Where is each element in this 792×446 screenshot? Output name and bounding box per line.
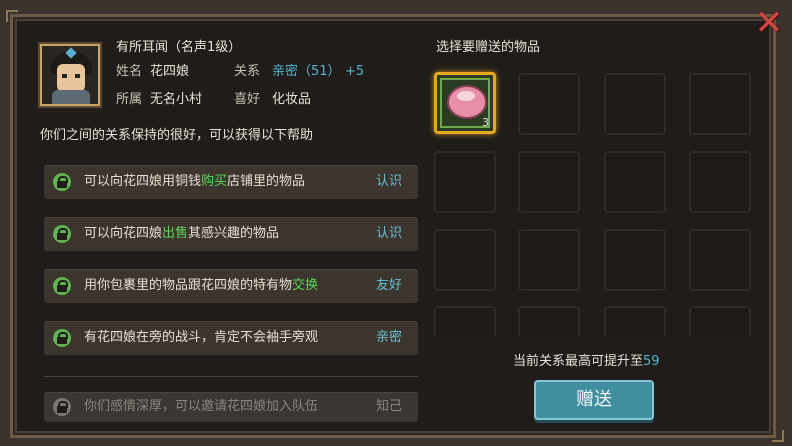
unlock-icon bbox=[53, 277, 71, 295]
perk-level: 亲密 bbox=[375, 330, 402, 345]
perk-level: 认识 bbox=[375, 174, 402, 189]
unlock-icon bbox=[53, 173, 71, 191]
relation-label: 关系 bbox=[234, 64, 261, 79]
perk-row[interactable]: 可以向花四娘用铜钱购买店铺里的物品 认识 bbox=[44, 165, 418, 199]
perk-text: 可以向花四娘用铜钱购买店铺里的物品 bbox=[84, 174, 306, 189]
inventory-slot[interactable] bbox=[689, 229, 751, 291]
perk-text: 你们感情深厚，可以邀请花四娘加入队伍 bbox=[84, 399, 319, 414]
max-relation-value: 59 bbox=[643, 354, 660, 369]
perk-text: 可以向花四娘出售其感兴趣的物品 bbox=[84, 226, 280, 241]
close-icon: ✕ bbox=[754, 3, 784, 43]
inventory-slot[interactable] bbox=[604, 73, 666, 135]
perk-row[interactable]: 有花四娘在旁的战斗，肯定不会袖手旁观 亲密 bbox=[44, 321, 418, 355]
max-relation-label: 当前关系最高可提升至59 bbox=[513, 354, 660, 369]
npc-avatar bbox=[40, 44, 100, 106]
perk-row[interactable]: 用你包裹里的物品跟花四娘的特有物交换 友好 bbox=[44, 269, 418, 303]
name-label: 姓名 bbox=[116, 64, 143, 79]
perk-level: 认识 bbox=[375, 226, 402, 241]
relation-value: 亲密（51） bbox=[272, 64, 341, 79]
inventory-slot[interactable] bbox=[434, 151, 496, 213]
origin-label: 所属 bbox=[116, 92, 143, 107]
inventory-slot[interactable] bbox=[518, 73, 580, 135]
inventory-slot[interactable] bbox=[518, 151, 580, 213]
inventory-slot-selected[interactable]: 3 bbox=[434, 72, 496, 134]
hobby-label: 喜好 bbox=[234, 92, 261, 107]
npc-title: 有所耳闻（名声1级） bbox=[116, 40, 242, 55]
divider bbox=[44, 376, 418, 377]
perk-row-locked[interactable]: 你们感情深厚，可以邀请花四娘加入队伍 知己 bbox=[44, 392, 418, 422]
lock-icon bbox=[53, 398, 71, 416]
inventory-slot[interactable] bbox=[604, 306, 666, 336]
inventory-slot[interactable] bbox=[434, 229, 496, 291]
unlock-icon bbox=[53, 225, 71, 243]
npc-origin: 无名小村 bbox=[150, 92, 203, 107]
npc-hobby: 化妆品 bbox=[272, 92, 312, 107]
gift-panel-title: 选择要赠送的物品 bbox=[436, 40, 541, 55]
inventory-slot[interactable] bbox=[689, 306, 751, 336]
frame-corner bbox=[6, 10, 18, 22]
unlock-icon bbox=[53, 329, 71, 347]
inventory-slot[interactable] bbox=[518, 306, 580, 336]
perk-level: 知己 bbox=[375, 399, 402, 414]
relation-description: 你们之间的关系保持的很好，可以获得以下帮助 bbox=[40, 128, 314, 143]
item-quantity: 3 bbox=[482, 116, 489, 129]
inventory-slot[interactable] bbox=[689, 73, 751, 135]
inventory-slot[interactable] bbox=[518, 229, 580, 291]
inventory-slot[interactable] bbox=[604, 229, 666, 291]
close-button[interactable]: ✕ bbox=[752, 6, 786, 40]
frame-corner bbox=[772, 430, 784, 442]
relation-bonus: +5 bbox=[345, 64, 365, 79]
inventory-slot[interactable] bbox=[604, 151, 666, 213]
perk-level: 友好 bbox=[375, 278, 402, 293]
perk-text: 用你包裹里的物品跟花四娘的特有物交换 bbox=[84, 278, 319, 293]
inventory-slot[interactable] bbox=[434, 306, 496, 336]
give-button[interactable]: 赠送 bbox=[534, 380, 654, 420]
perk-row[interactable]: 可以向花四娘出售其感兴趣的物品 认识 bbox=[44, 217, 418, 251]
cosmetic-item-icon bbox=[447, 85, 487, 119]
npc-name: 花四娘 bbox=[150, 64, 190, 79]
perk-text: 有花四娘在旁的战斗，肯定不会袖手旁观 bbox=[84, 330, 319, 345]
inventory-slot[interactable] bbox=[689, 151, 751, 213]
